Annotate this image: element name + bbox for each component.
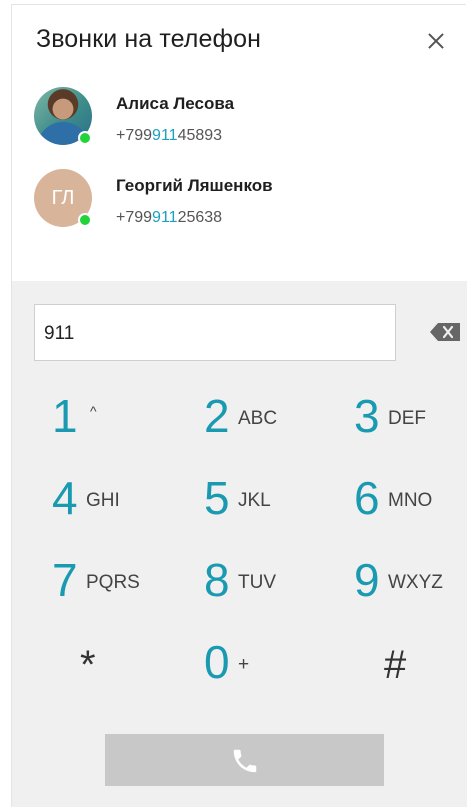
calls-panel: Звонки на телефон Алиса Лесова +79991145… [11, 4, 467, 807]
key-5[interactable]: 5 JKL [204, 463, 354, 535]
key-1[interactable]: 1 ^ [52, 381, 202, 453]
key-hash[interactable]: # [384, 627, 467, 699]
contact-list: Алиса Лесова +79991145893 ГЛ Георгий Ляш… [34, 87, 456, 251]
online-status-dot [78, 131, 92, 145]
key-7[interactable]: 7 PQRS [52, 545, 202, 617]
online-status-dot [78, 213, 92, 227]
phone-number-input[interactable]: 911 [34, 304, 396, 361]
call-button[interactable] [105, 734, 384, 786]
close-icon[interactable] [422, 27, 450, 55]
contact-name: Георгий Ляшенков [116, 176, 273, 195]
phone-match-highlight: 911 [152, 209, 178, 226]
contact-phone: +79991125638 [116, 209, 223, 226]
key-2[interactable]: 2 ABC [204, 381, 354, 453]
key-4[interactable]: 4 GHI [52, 463, 202, 535]
contact-phone: +79991145893 [116, 127, 223, 144]
key-0[interactable]: 0 + [204, 627, 354, 699]
key-6[interactable]: 6 MNO [354, 463, 467, 535]
panel-header: Звонки на телефон [36, 25, 450, 61]
backspace-icon[interactable] [430, 323, 460, 341]
phone-icon [233, 749, 257, 773]
contact-item[interactable]: Алиса Лесова +79991145893 [34, 87, 456, 169]
key-8[interactable]: 8 TUV [204, 545, 354, 617]
phone-match-highlight: 911 [152, 127, 178, 144]
contact-item[interactable]: ГЛ Георгий Ляшенков +79991125638 [34, 169, 456, 251]
page-title: Звонки на телефон [36, 25, 262, 53]
dialer-pad: 911 1 ^ 2 ABC 3 DEF 4 GHI 5 JKL 6 MNO 7 PQRS 8T… [12, 281, 467, 807]
contact-name: Алиса Лесова [116, 94, 235, 113]
key-9[interactable]: 9 WXYZ [354, 545, 467, 617]
key-3[interactable]: 3 DEF [354, 381, 467, 453]
